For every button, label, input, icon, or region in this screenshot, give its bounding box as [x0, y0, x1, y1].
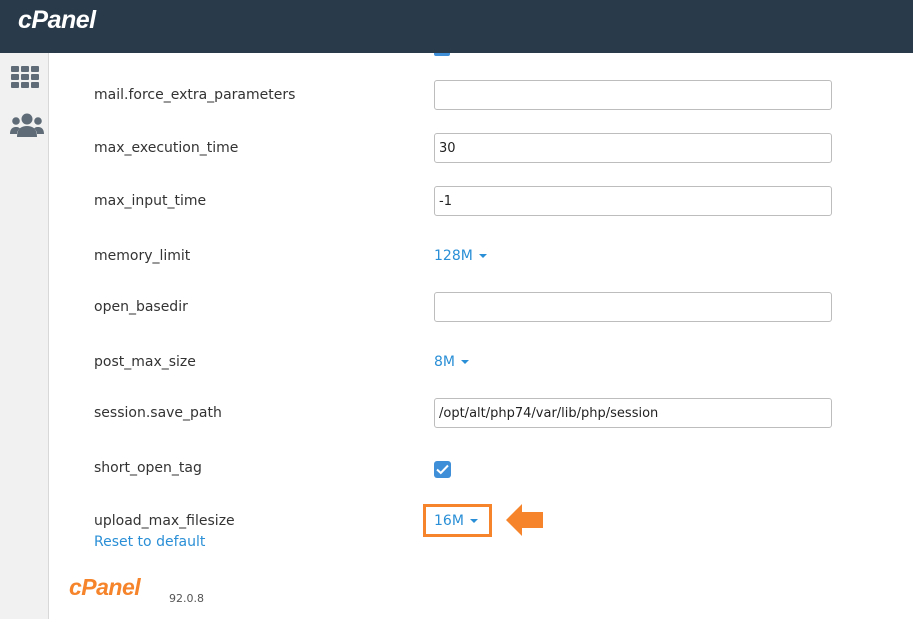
partial-checkbox[interactable] — [434, 53, 450, 56]
reset-to-default-link[interactable]: Reset to default — [94, 534, 205, 550]
dropdown-value: 8M — [434, 354, 455, 370]
mail-force-extra-parameters-input[interactable] — [434, 80, 832, 110]
setting-label: post_max_size — [94, 354, 196, 370]
setting-label: memory_limit — [94, 248, 191, 264]
highlight-box — [423, 504, 492, 537]
memory-limit-dropdown[interactable]: 128M — [434, 248, 487, 264]
footer-cpanel-logo: cPanel — [69, 574, 141, 600]
setting-label: max_execution_time — [94, 140, 239, 156]
setting-label: open_basedir — [94, 299, 188, 315]
session-save-path-input[interactable] — [434, 398, 832, 428]
setting-label: short_open_tag — [94, 460, 202, 476]
arrow-left-icon — [505, 502, 545, 542]
dropdown-value: 128M — [434, 248, 473, 264]
checkmark-icon — [436, 464, 449, 475]
setting-label: upload_max_filesize — [94, 513, 235, 529]
caret-down-icon — [478, 254, 487, 258]
setting-label: max_input_time — [94, 193, 207, 209]
version-label: 92.0.8 — [169, 592, 204, 605]
sidebar — [0, 53, 49, 619]
cpanel-logo[interactable]: cPanel — [18, 6, 96, 35]
setting-label: mail.force_extra_parameters — [94, 87, 296, 103]
caret-down-icon — [461, 360, 469, 364]
open-basedir-input[interactable] — [434, 292, 832, 322]
max-execution-time-input[interactable] — [434, 133, 832, 163]
grid-icon[interactable] — [10, 65, 41, 94]
setting-label: session.save_path — [94, 405, 222, 421]
top-bar: cPanel — [0, 0, 913, 53]
post-max-size-dropdown[interactable]: 8M — [434, 354, 469, 370]
users-icon[interactable] — [10, 112, 44, 142]
short-open-tag-checkbox[interactable] — [434, 461, 451, 478]
max-input-time-input[interactable] — [434, 186, 832, 216]
